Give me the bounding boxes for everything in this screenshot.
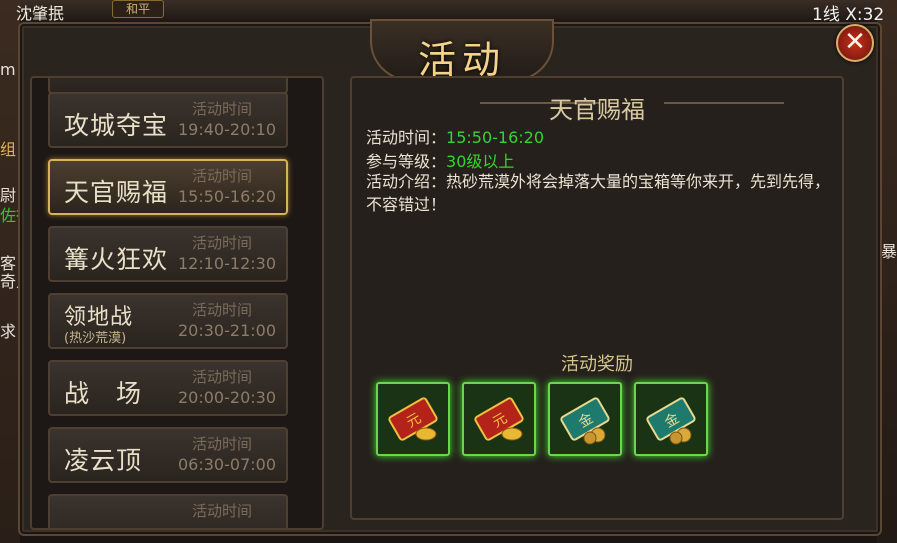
pk-mode-tag[interactable]: 和平: [112, 0, 164, 18]
reward-title: 活动奖励: [561, 354, 633, 375]
activity-item[interactable]: 战 场 活动时间 20:00-20:30: [48, 360, 288, 416]
activity-item[interactable]: 篝火狂欢 活动时间 12:10-12:30: [48, 226, 288, 282]
description-label: 活动介绍：: [366, 172, 447, 191]
coin-ticket-icon: 金: [646, 397, 696, 445]
detail-title: 天官赐福: [549, 96, 645, 124]
activity-time: 20:30-21:00: [178, 321, 276, 340]
reward-slot[interactable]: 元: [376, 382, 450, 456]
close-button[interactable]: ✕: [836, 24, 874, 62]
activity-item[interactable]: 攻城夺宝 活动时间 19:40-20:10: [48, 92, 288, 148]
activity-time: 19:40-20:10: [178, 120, 276, 139]
activity-name: 凌云顶: [64, 446, 143, 475]
time-row: 活动时间：15:50-16:20: [366, 124, 544, 148]
edge-text: 组: [0, 140, 17, 159]
activity-name: 攻城夺宝: [64, 111, 169, 140]
description-row: 活动介绍：热砂荒漠外将会掉落大量的宝箱等你来开，先到先得，不容错过！: [366, 170, 836, 216]
level-value: 30级以上: [446, 152, 515, 171]
activity-time-label: 活动时间: [192, 234, 253, 252]
player-name: 沈肇抿: [16, 4, 65, 23]
activity-time-label: 活动时间: [192, 100, 253, 118]
title-frame: 活动: [370, 19, 554, 82]
activity-time-label: 活动时间: [192, 435, 253, 453]
gold-ingot-ticket-icon: 元: [388, 397, 438, 441]
activity-item[interactable]: 天官赐福 活动时间 15:50-16:20: [48, 159, 288, 215]
edge-text: m: [0, 60, 16, 79]
activity-list[interactable]: 攻城夺宝 活动时间 19:40-20:10 天官赐福 活动时间 15:50-16:20 篝火…: [30, 76, 324, 530]
edge-text: 暴: [880, 242, 897, 261]
reward-slot[interactable]: 元: [462, 382, 536, 456]
activity-subtitle: (热沙荒漠): [64, 331, 127, 346]
activity-window: 活动 ✕ 攻城夺宝 活动时间 19:40-20:10 天官赐福 活动时间 15:50-16…: [18, 19, 882, 536]
activity-name: 天官赐福: [64, 178, 169, 207]
activity-detail-panel: 天官赐福 活动时间：15:50-16:20 参与等级：30级以上 活动介绍：热砂…: [350, 76, 844, 520]
activity-time-label: 活动时间: [192, 502, 253, 520]
reward-slot[interactable]: 金: [634, 382, 708, 456]
edge-text: 求: [0, 322, 17, 341]
level-label: 参与等级：: [366, 152, 447, 171]
level-row: 参与等级：30级以上: [366, 148, 514, 172]
time-value: 15:50-16:20: [446, 128, 545, 147]
activity-time: 15:50-16:20: [178, 187, 276, 206]
activity-name: 战 场: [64, 379, 143, 408]
activity-item[interactable]: 领地战 (热沙荒漠) 活动时间 20:30-21:00: [48, 293, 288, 349]
time-label: 活动时间：: [366, 128, 447, 147]
activity-time-label: 活动时间: [192, 301, 253, 319]
activity-time-label: 活动时间: [192, 368, 253, 386]
reward-slot[interactable]: 金: [548, 382, 622, 456]
activity-item[interactable]: 凌云顶 活动时间 06:30-07:00: [48, 427, 288, 483]
activity-time: 20:00-20:30: [178, 388, 276, 407]
gold-ingot-ticket-icon: 元: [474, 397, 524, 441]
activity-time: 12:10-12:30: [178, 254, 276, 273]
activity-time-label: 活动时间: [192, 167, 253, 185]
activity-item[interactable]: 活动时间: [48, 494, 288, 528]
activity-name: 篝火狂欢: [64, 245, 169, 274]
coin-ticket-icon: 金: [560, 397, 610, 445]
activity-time: 06:30-07:00: [178, 455, 276, 474]
